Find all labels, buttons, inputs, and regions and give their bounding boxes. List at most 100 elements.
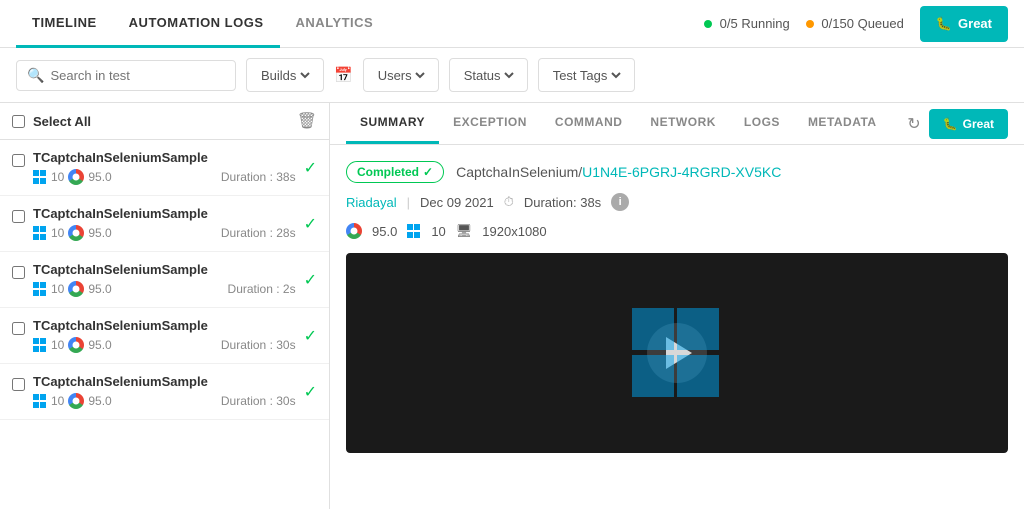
windows-icon-3 (33, 282, 47, 296)
test-info-4: TCaptchaInSeleniumSample 10 95.0 Duratio… (33, 318, 296, 353)
status-indicators: 0/5 Running 0/150 Queued (704, 16, 904, 31)
windows-icon-2 (33, 226, 47, 240)
select-all-label[interactable]: Select All (33, 114, 289, 129)
tab-summary[interactable]: SUMMARY (346, 103, 439, 144)
test-tags-select[interactable]: Test Tags (549, 67, 624, 84)
duration-4: Duration : 30s (221, 338, 296, 352)
chrome-icon-2 (68, 225, 84, 241)
top-nav: TIMELINE AUTOMATION LOGS ANALYTICS 0/5 R… (0, 0, 1024, 48)
chrome-icon-5 (68, 393, 84, 409)
windows-icon-5 (33, 394, 47, 408)
tab-metadata[interactable]: METADATA (794, 103, 891, 144)
queued-status: 0/150 Queued (806, 16, 904, 31)
status-row: Completed ✓ CaptchaInSelenium/U1N4E-6PGR… (346, 161, 1008, 183)
test-link: CaptchaInSelenium/U1N4E-6PGRJ-4RGRD-XV5K… (456, 164, 781, 180)
tab-logs[interactable]: LOGS (730, 103, 794, 144)
duration-3: Duration : 2s (228, 282, 296, 296)
item-checkbox-4[interactable] (12, 322, 25, 335)
list-item[interactable]: TCaptchaInSeleniumSample 10 95.0 Duratio… (0, 364, 329, 420)
item-checkbox-5[interactable] (12, 378, 25, 391)
left-panel: Select All 🗑 TCaptchaInSeleniumSample 10… (0, 103, 330, 509)
item-checkbox-3[interactable] (12, 266, 25, 279)
test-name-5: TCaptchaInSeleniumSample (33, 374, 296, 389)
filter-bar: 🔍 Builds 📅 Users Status Test Tags (0, 48, 1024, 103)
duration-5: Duration : 30s (221, 394, 296, 408)
test-name-1: TCaptchaInSeleniumSample (33, 150, 296, 165)
duration-1: Duration : 38s (221, 170, 296, 184)
users-select[interactable]: Users (374, 67, 428, 84)
test-tags-filter[interactable]: Test Tags (538, 58, 635, 92)
pass-icon-3: ✓ (304, 270, 317, 290)
test-meta-1: 10 95.0 Duration : 38s (33, 169, 296, 185)
info-icon[interactable]: i (611, 193, 629, 211)
summary-section: Completed ✓ CaptchaInSelenium/U1N4E-6PGR… (330, 145, 1024, 469)
nav-tab-automation-logs[interactable]: AUTOMATION LOGS (113, 0, 280, 48)
builds-select[interactable]: Builds (257, 67, 313, 84)
tab-command[interactable]: COMMAND (541, 103, 637, 144)
delete-icon[interactable]: 🗑 (297, 111, 317, 131)
tab-exception[interactable]: EXCEPTION (439, 103, 541, 144)
chrome-icon-1 (68, 169, 84, 185)
pass-icon-5: ✓ (304, 382, 317, 402)
chrome-env-icon (346, 223, 362, 239)
right-panel: SUMMARY EXCEPTION COMMAND NETWORK LOGS M… (330, 103, 1024, 509)
clock-icon: ⏱ (504, 194, 514, 210)
test-info-5: TCaptchaInSeleniumSample 10 95.0 Duratio… (33, 374, 296, 409)
pass-icon-1: ✓ (304, 158, 317, 178)
test-meta-4: 10 95.0 Duration : 30s (33, 337, 296, 353)
list-item[interactable]: TCaptchaInSeleniumSample 10 95.0 Duratio… (0, 252, 329, 308)
meta-row: Riadayal | Dec 09 2021 ⏱ Duration: 38s i (346, 193, 1008, 211)
duration-2: Duration : 28s (221, 226, 296, 240)
list-item[interactable]: TCaptchaInSeleniumSample 10 95.0 Duratio… (0, 140, 329, 196)
test-name-3: TCaptchaInSeleniumSample (33, 262, 296, 277)
running-dot (704, 20, 712, 28)
pass-icon-4: ✓ (304, 326, 317, 346)
queued-dot (806, 20, 814, 28)
item-checkbox-2[interactable] (12, 210, 25, 223)
test-meta-3: 10 95.0 Duration : 2s (33, 281, 296, 297)
search-input[interactable] (50, 68, 225, 83)
pass-icon-2: ✓ (304, 214, 317, 234)
test-id-link[interactable]: U1N4E-6PGRJ-4RGRD-XV5KC (582, 164, 781, 180)
test-info-2: TCaptchaInSeleniumSample 10 95.0 Duratio… (33, 206, 296, 241)
test-meta-5: 10 95.0 Duration : 30s (33, 393, 296, 409)
calendar-icon[interactable]: 📅 (334, 66, 353, 84)
check-icon-badge: ✓ (423, 165, 433, 179)
status-select[interactable]: Status (460, 67, 517, 84)
chrome-icon-4 (68, 337, 84, 353)
list-item[interactable]: TCaptchaInSeleniumSample 10 95.0 Duratio… (0, 308, 329, 364)
windows-env-icon (407, 224, 421, 238)
tab-network[interactable]: NETWORK (636, 103, 730, 144)
create-button[interactable]: 🐛 Great (920, 6, 1008, 42)
bug-icon: 🐛 (936, 16, 952, 32)
monitor-icon: 🖥 (456, 223, 473, 239)
detail-tabs-row: SUMMARY EXCEPTION COMMAND NETWORK LOGS M… (330, 103, 1024, 145)
env-row: 95.0 10 🖥 1920x1080 (346, 223, 1008, 239)
refresh-icon[interactable]: ↻ (899, 106, 928, 142)
users-filter[interactable]: Users (363, 58, 439, 92)
test-info-1: TCaptchaInSeleniumSample 10 95.0 Duratio… (33, 150, 296, 185)
windows-icon-1 (33, 170, 47, 184)
user-link[interactable]: Riadayal (346, 195, 397, 210)
list-item[interactable]: TCaptchaInSeleniumSample 10 95.0 Duratio… (0, 196, 329, 252)
windows-bg-logo (632, 308, 722, 398)
select-all-row: Select All 🗑 (0, 103, 329, 140)
completed-badge: Completed ✓ (346, 161, 444, 183)
select-all-checkbox[interactable] (12, 115, 25, 128)
test-meta-2: 10 95.0 Duration : 28s (33, 225, 296, 241)
main-content: Select All 🗑 TCaptchaInSeleniumSample 10… (0, 103, 1024, 509)
test-name-4: TCaptchaInSeleniumSample (33, 318, 296, 333)
test-info-3: TCaptchaInSeleniumSample 10 95.0 Duratio… (33, 262, 296, 297)
bug-icon-detail: 🐛 (943, 117, 958, 131)
nav-tab-analytics[interactable]: ANALYTICS (280, 0, 390, 48)
builds-filter[interactable]: Builds (246, 58, 324, 92)
create-tab-button[interactable]: 🐛 Great (929, 109, 1008, 139)
test-name-2: TCaptchaInSeleniumSample (33, 206, 296, 221)
running-status: 0/5 Running (704, 16, 790, 31)
video-preview[interactable] (346, 253, 1008, 453)
nav-tab-timeline[interactable]: TIMELINE (16, 0, 113, 48)
status-filter[interactable]: Status (449, 58, 528, 92)
search-icon: 🔍 (27, 67, 44, 84)
windows-icon-4 (33, 338, 47, 352)
item-checkbox-1[interactable] (12, 154, 25, 167)
